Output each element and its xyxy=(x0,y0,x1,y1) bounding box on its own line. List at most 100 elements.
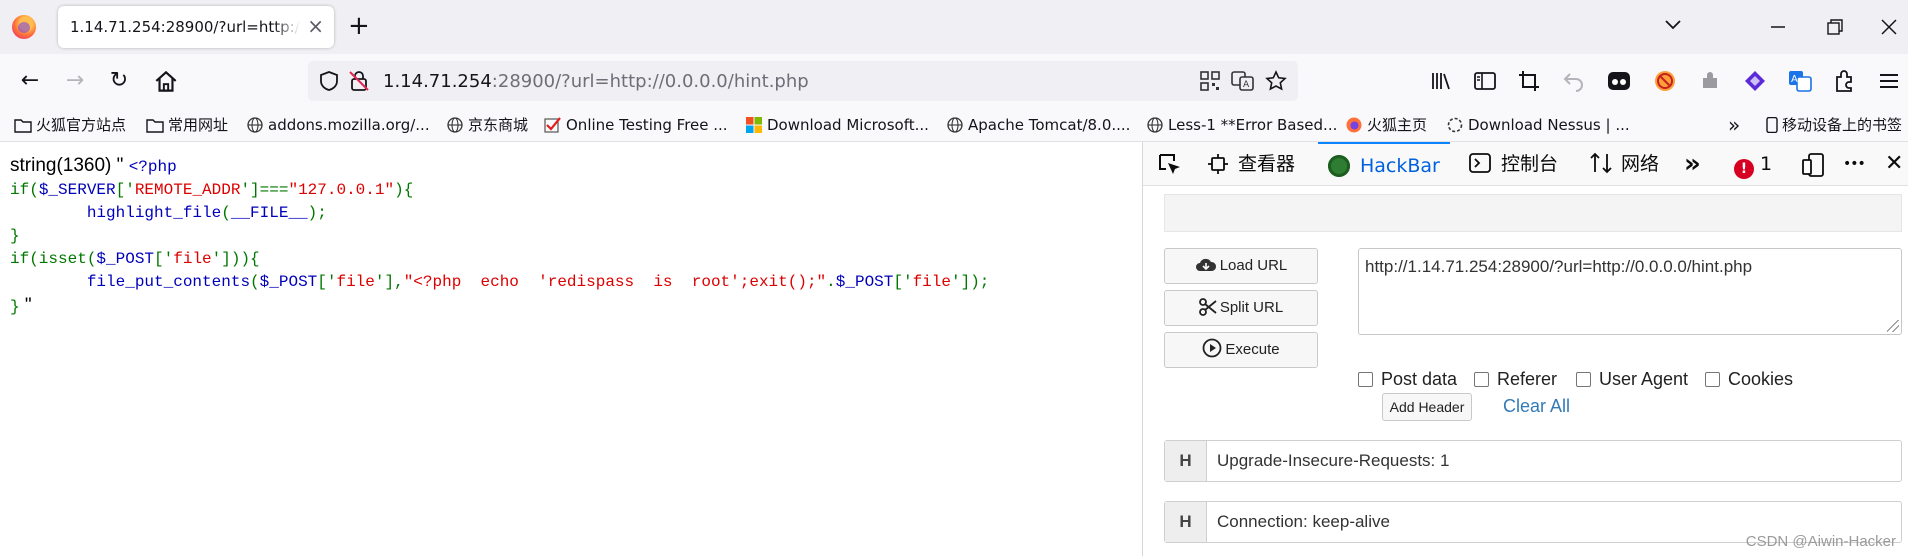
bookmark-item[interactable]: 常用网址 xyxy=(146,114,228,136)
extensions-icon[interactable] xyxy=(1831,68,1857,94)
qr-code-icon[interactable] xyxy=(1199,70,1221,92)
bookmarks-toolbar: 火狐官方站点 常用网址 addons.mozilla.org/... 京东商城 … xyxy=(0,108,1908,142)
forward-button[interactable]: → xyxy=(61,67,89,95)
shield-icon[interactable] xyxy=(318,70,340,92)
svg-text:A: A xyxy=(1243,80,1250,90)
responsive-design-icon[interactable] xyxy=(1801,152,1827,178)
cookies-label: Cookies xyxy=(1728,369,1794,389)
user-agent-checkbox[interactable]: User Agent xyxy=(1576,368,1688,390)
checkbox-box[interactable] xyxy=(1474,372,1489,387)
diamond-extension-icon[interactable] xyxy=(1742,68,1768,94)
active-tab[interactable]: 1.14.71.254:28900/?url=http://0.0.0.0/hi… xyxy=(58,6,334,48)
header-badge[interactable]: H xyxy=(1165,502,1207,542)
code-token: __FILE__ xyxy=(230,204,308,222)
translate-icon[interactable]: A xyxy=(1231,70,1255,92)
textarea-resize-handle[interactable] xyxy=(1887,320,1899,332)
tab-inspector[interactable]: 查看器 xyxy=(1208,142,1295,186)
page-content: string(1360) " <?php if($_SERVER['REMOTE… xyxy=(0,142,1142,556)
folder-icon xyxy=(146,119,164,133)
bookmark-label: 移动设备上的书签 xyxy=(1782,116,1903,134)
tab-close-icon[interactable]: × xyxy=(307,15,324,37)
code-token: } xyxy=(10,227,20,245)
header-value[interactable]: Connection: keep-alive xyxy=(1217,502,1390,542)
add-header-button[interactable]: Add Header xyxy=(1382,393,1472,421)
post-data-checkbox[interactable]: Post data xyxy=(1358,368,1457,390)
checkbox-box[interactable] xyxy=(1358,372,1373,387)
devtools-menu-button[interactable]: ••• xyxy=(1843,142,1866,186)
tab-hackbar[interactable]: HackBar xyxy=(1318,142,1450,186)
home-icon[interactable] xyxy=(152,68,180,96)
restore-icon[interactable] xyxy=(1826,18,1844,36)
crop-icon[interactable] xyxy=(1516,68,1542,94)
bookmark-item[interactable]: addons.mozilla.org/... xyxy=(246,114,430,136)
url-text[interactable]: 1.14.71.254:28900/?url=http://0.0.0.0/hi… xyxy=(383,71,809,92)
error-count-badge[interactable]: ! 1 xyxy=(1734,142,1772,186)
bookmarks-overflow-button[interactable]: » xyxy=(1728,114,1740,136)
bookmark-item[interactable]: Apache Tomcat/8.0.... xyxy=(946,114,1130,136)
devtools-toolbar: 查看器 HackBar 控制台 网络 » ! 1 ••• ✕ xyxy=(1143,142,1908,186)
insecure-lock-icon[interactable] xyxy=(348,70,370,92)
bookmark-item[interactable]: Online Testing Free ... xyxy=(544,114,728,136)
new-tab-icon[interactable]: + xyxy=(348,11,370,41)
code-token: . xyxy=(826,273,836,291)
bookmark-label: Download Microsoft... xyxy=(767,116,929,134)
header-value[interactable]: Upgrade-Insecure-Requests: 1 xyxy=(1217,441,1449,481)
tab-console[interactable]: 控制台 xyxy=(1469,142,1558,186)
tab-network[interactable]: 网络 xyxy=(1589,142,1659,186)
load-url-button[interactable]: Load URL xyxy=(1164,248,1318,284)
bookmark-item[interactable]: Download Microsoft... xyxy=(745,114,929,136)
library-icon[interactable] xyxy=(1428,68,1454,94)
checkbox-box[interactable] xyxy=(1576,372,1591,387)
back-button[interactable]: ← xyxy=(16,67,44,95)
error-count: 1 xyxy=(1760,153,1773,175)
reload-button[interactable]: ↻ xyxy=(105,67,133,95)
extension-tab-icon[interactable] xyxy=(1606,68,1632,94)
window-close-icon[interactable] xyxy=(1880,18,1898,36)
code-token: file xyxy=(912,273,951,291)
translator-extension-icon[interactable]: A xyxy=(1787,68,1813,94)
code-token: ); xyxy=(307,204,327,222)
bookmark-item[interactable]: Less-1 **Error Based... xyxy=(1146,114,1337,136)
referer-label: Referer xyxy=(1497,369,1558,389)
undo-icon[interactable] xyxy=(1561,68,1587,94)
bookmark-star-icon[interactable] xyxy=(1265,70,1287,92)
clear-all-link[interactable]: Clear All xyxy=(1503,396,1570,417)
bookmark-item[interactable]: 京东商城 xyxy=(446,114,528,136)
cookies-checkbox[interactable]: Cookies xyxy=(1705,368,1793,390)
more-tools-button[interactable]: » xyxy=(1684,142,1701,186)
bookmark-item[interactable]: Download Nessus | ... xyxy=(1446,114,1630,136)
watermark-text: CSDN @Aiwin-Hacker xyxy=(1745,533,1896,550)
hackbar-url-textarea[interactable]: http://1.14.71.254:28900/?url=http://0.0… xyxy=(1358,248,1902,335)
bookmark-item[interactable]: 火狐官方站点 xyxy=(14,114,126,136)
header-row[interactable]: H Upgrade-Insecure-Requests: 1 xyxy=(1164,440,1902,482)
globe-icon xyxy=(447,117,463,133)
execute-button[interactable]: Execute xyxy=(1164,332,1318,368)
code-token: $_POST xyxy=(96,250,155,268)
url-path: :28900/?url=http://0.0.0.0/hint.php xyxy=(491,71,809,92)
firefox-icon xyxy=(1346,117,1362,133)
inspector-icon xyxy=(1208,154,1228,174)
header-badge[interactable]: H xyxy=(1165,441,1207,481)
url-host: 1.14.71.254 xyxy=(383,71,492,92)
bookmark-item[interactable]: 移动设备上的书签 xyxy=(1766,114,1902,136)
bookmark-label: 火狐官方站点 xyxy=(36,116,127,134)
puzzle-extension-icon[interactable] xyxy=(1697,68,1723,94)
bookmark-label: 火狐主页 xyxy=(1367,116,1428,134)
blocker-extension-icon[interactable] xyxy=(1652,68,1678,94)
element-picker-icon[interactable] xyxy=(1157,152,1183,178)
referer-checkbox[interactable]: Referer xyxy=(1474,368,1557,390)
tab-list-chevron-icon[interactable] xyxy=(1663,14,1683,34)
globe-icon xyxy=(247,117,263,133)
bookmark-item[interactable]: 火狐主页 xyxy=(1345,114,1427,136)
split-url-button[interactable]: Split URL xyxy=(1164,290,1318,326)
devtools-close-button[interactable]: ✕ xyxy=(1885,142,1903,186)
tab-hackbar-label: HackBar xyxy=(1360,155,1440,177)
tab-network-label: 网络 xyxy=(1621,153,1660,175)
checkbox-box[interactable] xyxy=(1705,372,1720,387)
app-menu-icon[interactable] xyxy=(1876,68,1902,94)
url-bar[interactable]: 1.14.71.254:28900/?url=http://0.0.0.0/hi… xyxy=(308,61,1298,101)
firefox-logo-icon[interactable] xyxy=(12,15,36,39)
sidebar-icon[interactable] xyxy=(1472,68,1498,94)
minimize-icon[interactable] xyxy=(1769,18,1787,36)
